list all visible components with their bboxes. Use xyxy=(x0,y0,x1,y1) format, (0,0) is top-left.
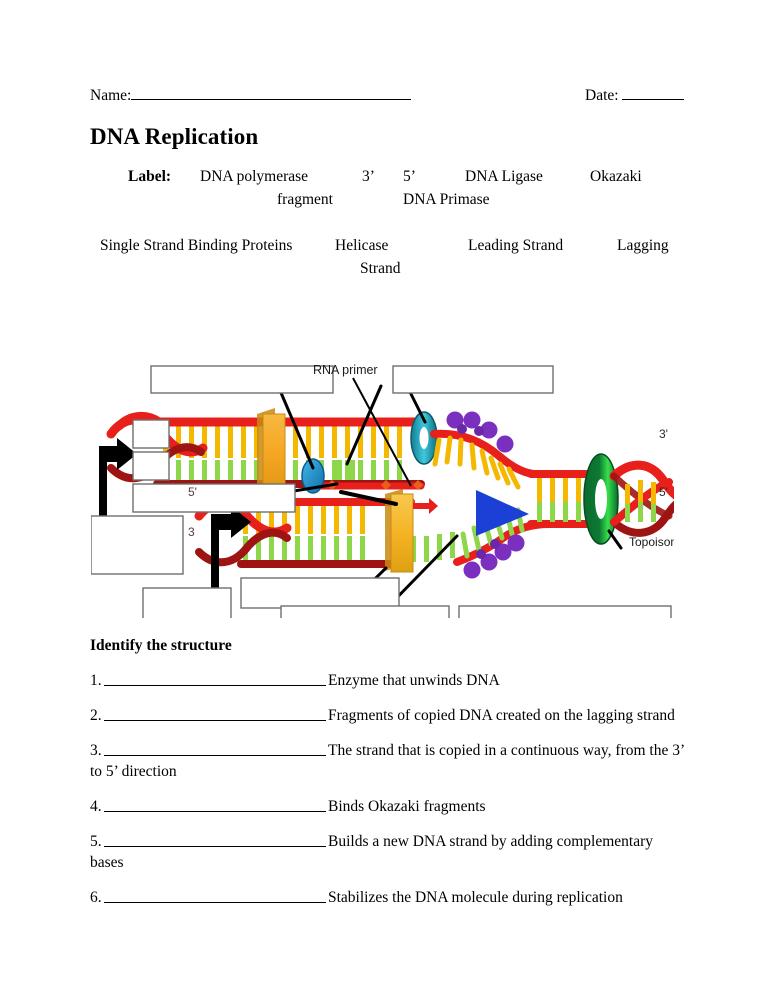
label-row-3: Single Strand Binding Proteins Helicase … xyxy=(90,234,690,257)
term-dna-primase: DNA Primase xyxy=(403,191,490,208)
question-3-answer-blank[interactable] xyxy=(104,740,326,756)
question-4: 4. Binds Okazaki fragments xyxy=(90,796,690,817)
question-3-number: 3. xyxy=(90,742,102,759)
label-term-bank: Label: DNA polymerase 3’ 5’ DNA Ligase O… xyxy=(90,165,690,280)
term-ssb-proteins: Single Strand Binding Proteins xyxy=(100,237,293,254)
page-title: DNA Replication xyxy=(90,124,259,149)
annotation-five-prime-right: 5' xyxy=(659,485,668,499)
date-group: Date: xyxy=(585,86,685,105)
worksheet-page: Name: Date: DNA Replication Label: DNA p… xyxy=(0,0,768,994)
term-lagging: Lagging xyxy=(617,237,669,254)
identify-heading: Identify the structure xyxy=(90,637,232,654)
annotation-five-prime-lower: 5' xyxy=(188,485,197,499)
term-strand: Strand xyxy=(360,260,401,277)
term-dna-ligase: DNA Ligase xyxy=(465,168,543,185)
name-label: Name: xyxy=(90,87,132,104)
question-4-number: 4. xyxy=(90,798,102,815)
term-three-prime: 3’ xyxy=(362,168,375,185)
term-five-prime: 5’ xyxy=(403,168,416,185)
question-3-description: The strand that is copied in a continuou… xyxy=(328,742,686,759)
question-4-answer-blank[interactable] xyxy=(104,796,326,812)
question-5-description: Builds a new DNA strand by adding comple… xyxy=(328,833,654,850)
question-1-number: 1. xyxy=(90,672,102,689)
question-6: 6. Stabilizes the DNA molecule during re… xyxy=(90,887,690,908)
annotation-three-prime-lower: 3 xyxy=(188,525,195,539)
annotation-topoisomerase: Topoisomerase xyxy=(629,535,674,549)
question-1: 1. Enzyme that unwinds DNA xyxy=(90,670,690,691)
dna-polymerase-top xyxy=(257,408,286,495)
date-blank[interactable] xyxy=(622,86,685,100)
question-3-description-continued: to 5’ direction xyxy=(90,763,177,780)
name-date-row: Name: Date: xyxy=(90,86,685,105)
question-3: 3. The strand that is copied in a contin… xyxy=(90,740,690,782)
question-5-description-continued: bases xyxy=(90,854,124,871)
question-2-number: 2. xyxy=(90,707,102,724)
question-1-answer-blank[interactable] xyxy=(104,670,326,686)
question-6-description: Stabilizes the DNA molecule during repli… xyxy=(328,889,623,906)
annotation-rna-primer: RNA primer xyxy=(313,363,378,377)
questions-list: 1. Enzyme that unwinds DNA 2. Fragments … xyxy=(90,670,690,922)
question-5-number: 5. xyxy=(90,833,102,850)
term-leading-strand: Leading Strand xyxy=(468,237,564,254)
dna-replication-diagram: RNA primer Topoisomerase 3' 5' 5' 3 xyxy=(91,356,674,618)
question-4-description: Binds Okazaki fragments xyxy=(328,798,486,815)
term-helicase: Helicase xyxy=(335,237,389,254)
date-label: Date: xyxy=(585,87,619,104)
question-1-description: Enzyme that unwinds DNA xyxy=(328,672,500,689)
term-okazaki: Okazaki xyxy=(590,168,642,185)
question-6-number: 6. xyxy=(90,889,102,906)
question-5: 5. Builds a new DNA strand by adding com… xyxy=(90,831,690,873)
label-row-4: Strand xyxy=(90,257,690,280)
label-row-1: Label: DNA polymerase 3’ 5’ DNA Ligase O… xyxy=(90,165,690,188)
term-dna-polymerase: DNA polymerase xyxy=(200,168,309,185)
question-2-description: Fragments of copied DNA created on the l… xyxy=(328,707,675,724)
annotation-three-prime-right: 3' xyxy=(659,427,668,441)
label-heading: Label: xyxy=(128,168,172,185)
topoisomerase xyxy=(583,453,619,545)
label-row-2: fragment DNA Primase xyxy=(90,188,690,211)
question-2: 2. Fragments of copied DNA created on th… xyxy=(90,705,690,726)
name-blank[interactable] xyxy=(131,86,412,100)
term-fragment: fragment xyxy=(277,191,333,208)
question-6-answer-blank[interactable] xyxy=(104,887,326,903)
label-row-spacer xyxy=(90,211,690,234)
question-5-answer-blank[interactable] xyxy=(104,831,326,847)
question-2-answer-blank[interactable] xyxy=(104,705,326,721)
